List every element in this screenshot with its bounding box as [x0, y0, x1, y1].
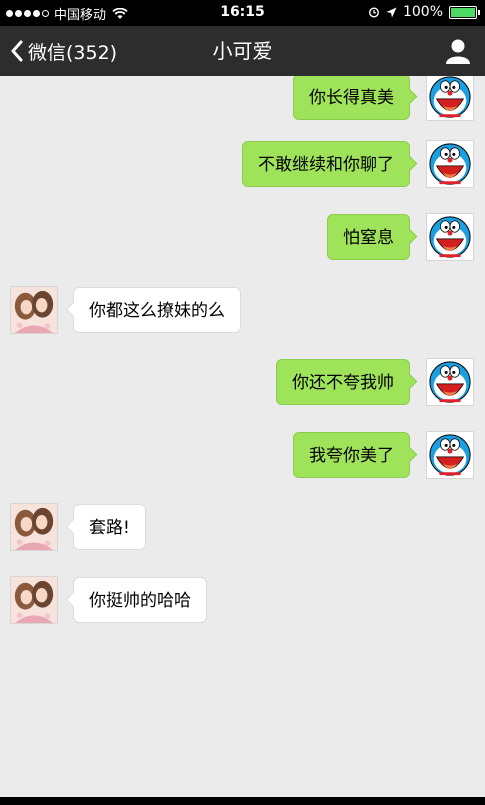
- nav-bar: 微信(352) 小可爱: [0, 26, 485, 76]
- chevron-left-icon: [11, 40, 23, 62]
- self-avatar[interactable]: [426, 140, 474, 188]
- message-bubble[interactable]: 你还不夸我帅: [276, 359, 410, 405]
- contact-photo-icon: [11, 577, 57, 623]
- bottom-edge: [0, 797, 485, 805]
- contact-photo-icon: [11, 504, 57, 550]
- message-bubble[interactable]: 你都这么撩妹的么: [73, 287, 241, 333]
- message-row: 不敢继续和你聊了: [0, 140, 485, 190]
- battery-level: [451, 7, 475, 17]
- message-bubble[interactable]: 不敢继续和你聊了: [242, 141, 410, 187]
- robot-cat-avatar-icon: [429, 434, 471, 476]
- self-avatar[interactable]: [426, 358, 474, 406]
- self-avatar[interactable]: [426, 76, 474, 121]
- chat-message-list[interactable]: 你长得真美 不敢继续和你聊了 怕窒息 你都这么撩妹的么 你还不夸我帅 我夸你美了…: [0, 76, 485, 797]
- self-avatar[interactable]: [426, 431, 474, 479]
- robot-cat-avatar-icon: [429, 76, 471, 118]
- battery-percent: 100%: [402, 4, 443, 20]
- back-button[interactable]: 微信(352): [10, 26, 117, 76]
- message-bubble[interactable]: 你挺帅的哈哈: [73, 577, 207, 623]
- message-row: 你长得真美: [0, 76, 485, 123]
- status-right: 100%: [368, 4, 480, 20]
- message-row: 怕窒息: [0, 213, 485, 263]
- back-label: 微信(352): [28, 41, 118, 64]
- contact-photo-icon: [11, 287, 57, 333]
- message-row: 你挺帅的哈哈: [0, 576, 485, 626]
- message-row: 你都这么撩妹的么: [0, 286, 485, 336]
- self-avatar[interactable]: [426, 213, 474, 261]
- message-bubble[interactable]: 你长得真美: [293, 76, 410, 120]
- robot-cat-avatar-icon: [429, 361, 471, 403]
- message-bubble[interactable]: 我夸你美了: [293, 432, 410, 478]
- message-row: 你还不夸我帅: [0, 358, 485, 408]
- contact-avatar[interactable]: [10, 286, 58, 334]
- contact-avatar[interactable]: [10, 576, 58, 624]
- contact-avatar[interactable]: [10, 503, 58, 551]
- message-bubble[interactable]: 套路!: [73, 504, 146, 550]
- robot-cat-avatar-icon: [429, 216, 471, 258]
- profile-icon[interactable]: [443, 36, 473, 66]
- message-row: 我夸你美了: [0, 431, 485, 481]
- status-bar: 中国移动 16:15 100%: [0, 0, 485, 26]
- battery-icon: [449, 5, 480, 19]
- message-row: 套路!: [0, 503, 485, 553]
- location-arrow-icon: [386, 7, 397, 17]
- alarm-icon: [368, 7, 379, 18]
- robot-cat-avatar-icon: [429, 143, 471, 185]
- message-bubble[interactable]: 怕窒息: [327, 214, 410, 260]
